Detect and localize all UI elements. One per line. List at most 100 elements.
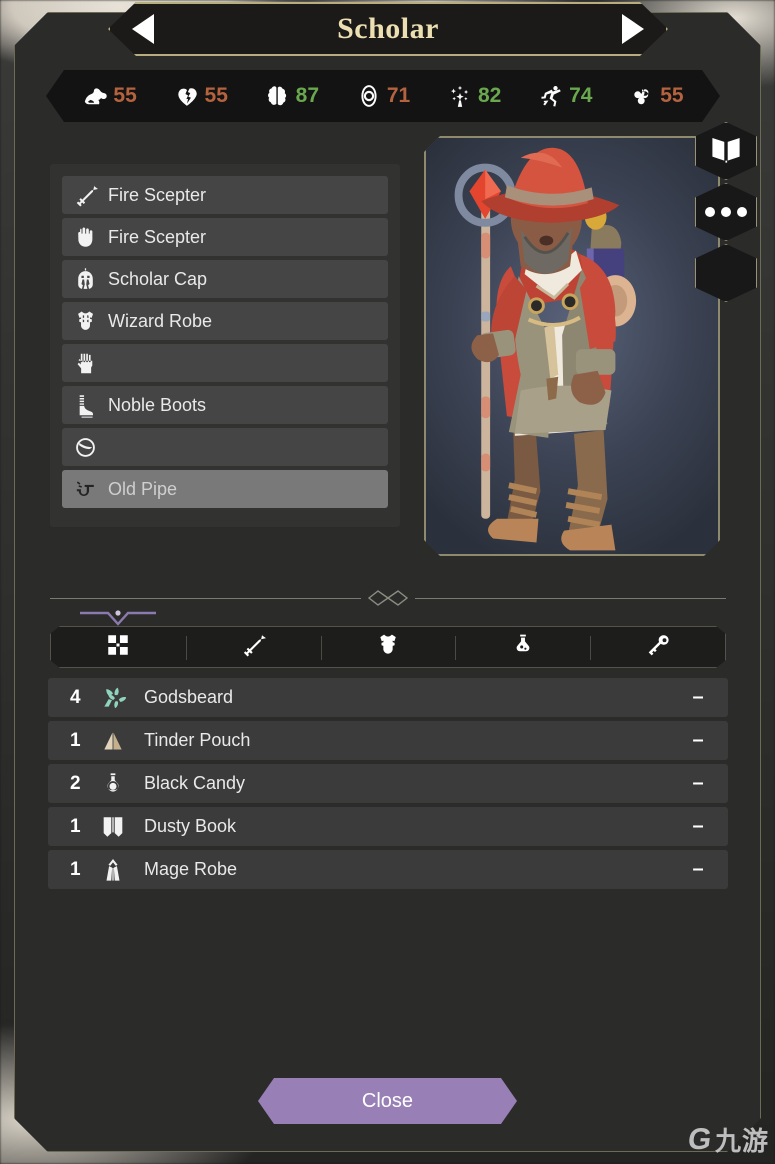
equip-slot-chest-label: Wizard Robe [108, 310, 213, 331]
more-options-button[interactable] [695, 183, 757, 241]
chest-icon [72, 308, 98, 334]
tab-weapons[interactable] [186, 627, 321, 667]
table-row[interactable]: 1 Tinder Pouch – [48, 721, 728, 760]
pouch-icon [96, 727, 130, 755]
equipment-panel: Fire Scepter Fire Scepter Scholar Cap Wi… [50, 164, 400, 527]
tab-consumables[interactable] [455, 627, 590, 667]
stat-luck-value: 55 [660, 84, 684, 107]
divider-knot-ornament [365, 588, 411, 608]
side-button-column [695, 122, 757, 305]
helmet-icon [72, 266, 98, 292]
remove-item-button[interactable]: – [686, 772, 710, 795]
remove-item-button[interactable]: – [686, 729, 710, 752]
header-banner: Scholar [108, 2, 668, 56]
backpack-icon [105, 632, 131, 663]
equip-slot-head-label: Scholar Cap [108, 268, 208, 289]
equip-slot-chest[interactable]: Wizard Robe [62, 302, 388, 340]
book-icon [709, 132, 743, 171]
item-quantity: 2 [70, 772, 81, 794]
equip-slot-main-hand[interactable]: Fire Scepter [62, 176, 388, 214]
divider-line-left [50, 597, 361, 599]
tab-misc[interactable] [590, 627, 725, 667]
equip-slot-off-hand-label: Fire Scepter [108, 226, 207, 247]
agility-icon [538, 83, 564, 109]
stat-perception-value: 71 [386, 84, 411, 107]
table-row[interactable]: 4 Godsbeard – [48, 678, 728, 717]
inventory-tab-bar [50, 626, 726, 668]
watermark: G 九游 [685, 1121, 769, 1158]
glove-icon [72, 350, 98, 376]
perception-icon [356, 83, 382, 109]
table-row[interactable]: 1 Dusty Book – [48, 807, 728, 846]
stat-intellect[interactable]: 87 [265, 83, 319, 109]
sword-icon [72, 182, 98, 208]
fist-icon [72, 224, 98, 250]
item-name: Dusty Book [144, 816, 237, 836]
item-quantity: 1 [70, 815, 81, 837]
ring-icon [72, 434, 98, 460]
close-button[interactable]: Close [258, 1078, 517, 1124]
item-name: Tinder Pouch [144, 730, 251, 750]
equip-slot-feet-label: Noble Boots [108, 394, 207, 415]
extra-action-button[interactable] [695, 244, 757, 302]
tab-armor[interactable] [321, 627, 456, 667]
stat-health-value: 55 [204, 84, 228, 107]
stat-health[interactable]: 55 [174, 83, 228, 109]
equip-slot-off-hand[interactable]: Fire Scepter [62, 218, 388, 256]
robe-icon [96, 856, 130, 884]
stat-agility[interactable]: 74 [538, 83, 592, 109]
remove-item-button[interactable]: – [686, 815, 710, 838]
pipe-icon [72, 476, 98, 502]
equip-slot-trinket-label: Old Pipe [108, 478, 178, 499]
stat-agility-value: 74 [569, 84, 593, 107]
boot-icon [72, 392, 98, 418]
character-portrait[interactable] [424, 136, 720, 556]
remove-item-button[interactable]: – [686, 858, 710, 881]
magic-icon [447, 83, 473, 109]
equip-slot-trinket[interactable]: Old Pipe [62, 470, 388, 508]
character-model [426, 138, 718, 552]
item-name: Black Candy [144, 773, 246, 793]
potion-icon [510, 632, 536, 663]
sword-icon [240, 632, 266, 663]
stat-bar: 55 55 87 71 82 74 55 [46, 70, 720, 122]
active-tab-indicator [78, 606, 158, 628]
book-icon [96, 813, 130, 841]
section-divider [50, 588, 726, 608]
remove-item-button[interactable]: – [686, 686, 710, 709]
armor-icon [375, 632, 401, 663]
item-name: Mage Robe [144, 859, 238, 879]
equip-slot-ring[interactable] [62, 428, 388, 466]
table-row[interactable]: 2 Black Candy – [48, 764, 728, 803]
close-button-label: Close [361, 1089, 414, 1112]
table-row[interactable]: 1 Mage Robe – [48, 850, 728, 889]
stat-strength-value: 55 [113, 84, 137, 107]
item-name: Godsbeard [144, 687, 234, 707]
journal-button[interactable] [695, 122, 757, 180]
stat-magic[interactable]: 82 [447, 83, 501, 109]
health-icon [174, 83, 200, 109]
intellect-icon [265, 83, 291, 109]
stat-perception[interactable]: 71 [356, 83, 410, 109]
stat-luck[interactable]: 55 [629, 83, 683, 109]
stat-intellect-value: 87 [295, 84, 320, 107]
inventory-list: 4 Godsbeard – 1 Tinder Pouch – 2 Black C… [48, 678, 728, 889]
item-quantity: 1 [70, 858, 81, 880]
flask-icon [96, 770, 130, 798]
divider-line-right [415, 597, 726, 599]
equip-slot-hands[interactable] [62, 344, 388, 382]
page-title: Scholar [337, 12, 439, 45]
prev-character-button[interactable] [132, 14, 154, 44]
equip-slot-feet[interactable]: Noble Boots [62, 386, 388, 424]
next-character-button[interactable] [622, 14, 644, 44]
tab-all-items[interactable] [51, 627, 186, 667]
item-quantity: 1 [70, 729, 81, 751]
more-icon [705, 207, 747, 217]
strength-icon [82, 83, 108, 109]
stat-strength[interactable]: 55 [82, 83, 136, 109]
luck-icon [629, 83, 655, 109]
watermark-text: 九游 [714, 1126, 769, 1156]
equip-slot-head[interactable]: Scholar Cap [62, 260, 388, 298]
key-tools-icon [645, 632, 671, 663]
equip-slot-main-hand-label: Fire Scepter [108, 184, 207, 205]
